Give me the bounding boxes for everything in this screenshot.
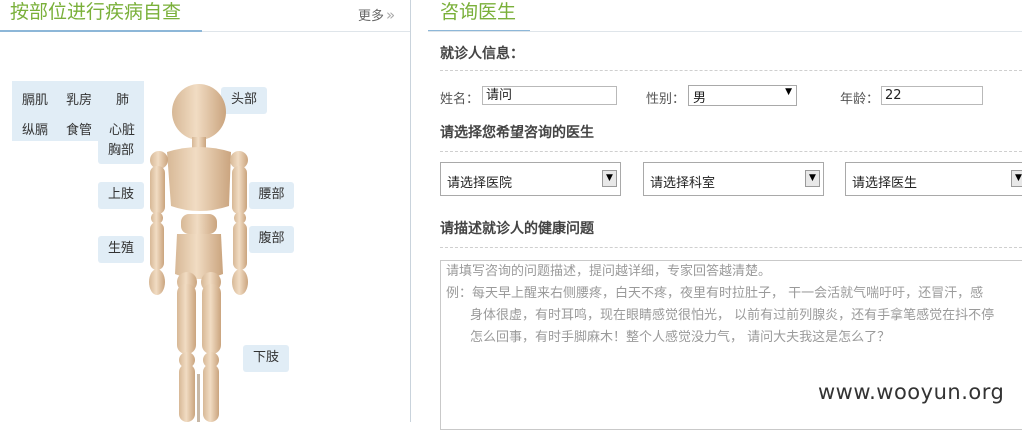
header-divider [428, 31, 1022, 32]
divider [440, 70, 1022, 71]
body-part-abdomen[interactable]: 腹部 [249, 226, 294, 253]
doctor-select[interactable]: 请选择医生 ▼ [845, 162, 1022, 196]
dropdown-arrow-icon: ▼ [602, 170, 617, 187]
body-part-chest[interactable]: 胸部 [98, 138, 144, 164]
panel-title: 按部位进行疾病自查 [10, 1, 182, 23]
gender-select[interactable]: 男 ▼ [688, 85, 797, 106]
gender-label: 性别： [646, 92, 686, 107]
textarea-placeholder-line: 例：每天早上醒来右侧腰疼，白天不疼，夜里有时拉肚子， 干一会活就气喘吁吁，还冒汗… [446, 286, 984, 301]
more-link[interactable]: 更多» [358, 5, 395, 24]
title-underline [0, 30, 202, 32]
hospital-select-label: 请选择医院 [447, 176, 513, 191]
hospital-select[interactable]: 请选择医院 ▼ [440, 162, 621, 196]
divider [440, 247, 1022, 248]
textarea-placeholder-line: 怎么回事，有时手脚麻木！整个人感觉没力气， 请问大夫我这是怎么了？ [470, 330, 891, 345]
organ-breast[interactable]: 乳房 [66, 89, 92, 108]
department-select-label: 请选择科室 [650, 176, 716, 191]
watermark: www.wooyun.org [818, 380, 1005, 404]
organ-diaphragm[interactable]: 膈肌 [22, 89, 48, 108]
patient-info-heading: 就诊人信息： [440, 46, 524, 62]
body-part-genital[interactable]: 生殖 [98, 236, 144, 263]
department-select[interactable]: 请选择科室 ▼ [643, 162, 824, 196]
body-part-waist[interactable]: 腰部 [249, 182, 294, 209]
panel-title: 咨询医生 [440, 1, 517, 23]
body-part-upper-limb[interactable]: 上肢 [98, 182, 144, 209]
mannequin-figure [149, 84, 248, 422]
organ-heart[interactable]: 心脏 [109, 119, 135, 138]
organ-esophagus[interactable]: 食管 [66, 119, 92, 138]
more-label: 更多 [358, 9, 385, 24]
dropdown-arrow-icon: ▼ [785, 87, 792, 97]
doctor-select-label: 请选择医生 [852, 176, 918, 191]
panel-header: 按部位进行疾病自查 更多» [0, 0, 410, 32]
textarea-placeholder-line: 请填写咨询的问题描述，提问越详细，专家回答越清楚。 [446, 264, 772, 279]
age-input[interactable]: 22 [881, 86, 983, 105]
divider [440, 151, 1022, 152]
age-label: 年龄： [840, 92, 880, 107]
health-problem-heading: 请描述就诊人的健康问题 [440, 221, 594, 237]
health-description-textarea[interactable]: 请填写咨询的问题描述，提问越详细，专家回答越清楚。 例：每天早上醒来右侧腰疼，白… [440, 260, 1022, 430]
name-input[interactable]: 请问 [482, 86, 617, 105]
consult-doctor-panel: 咨询医生 就诊人信息： 姓名： 请问 性别： 男 ▼ 年龄： 22 请选择您希望… [428, 0, 1022, 430]
gender-value: 男 [693, 91, 707, 106]
double-chevron-right-icon: » [386, 6, 396, 24]
dropdown-arrow-icon: ▼ [1011, 170, 1022, 187]
organ-mediastinum[interactable]: 纵膈 [22, 119, 48, 138]
dropdown-arrow-icon: ▼ [805, 170, 820, 187]
body-part-self-check-panel: 按部位进行疾病自查 更多» 膈肌 乳房 肺 纵膈 食管 心脏 胸部 头部 上肢 … [0, 0, 411, 422]
textarea-placeholder-line: 身体很虚，有时耳鸣，现在眼睛感觉很怕光， 以前有过前列腺炎，还有手拿笔感觉在抖不… [470, 308, 995, 323]
doctor-section-heading: 请选择您希望咨询的医生 [440, 125, 594, 141]
name-label: 姓名： [440, 92, 480, 107]
organ-lung[interactable]: 肺 [116, 89, 129, 108]
